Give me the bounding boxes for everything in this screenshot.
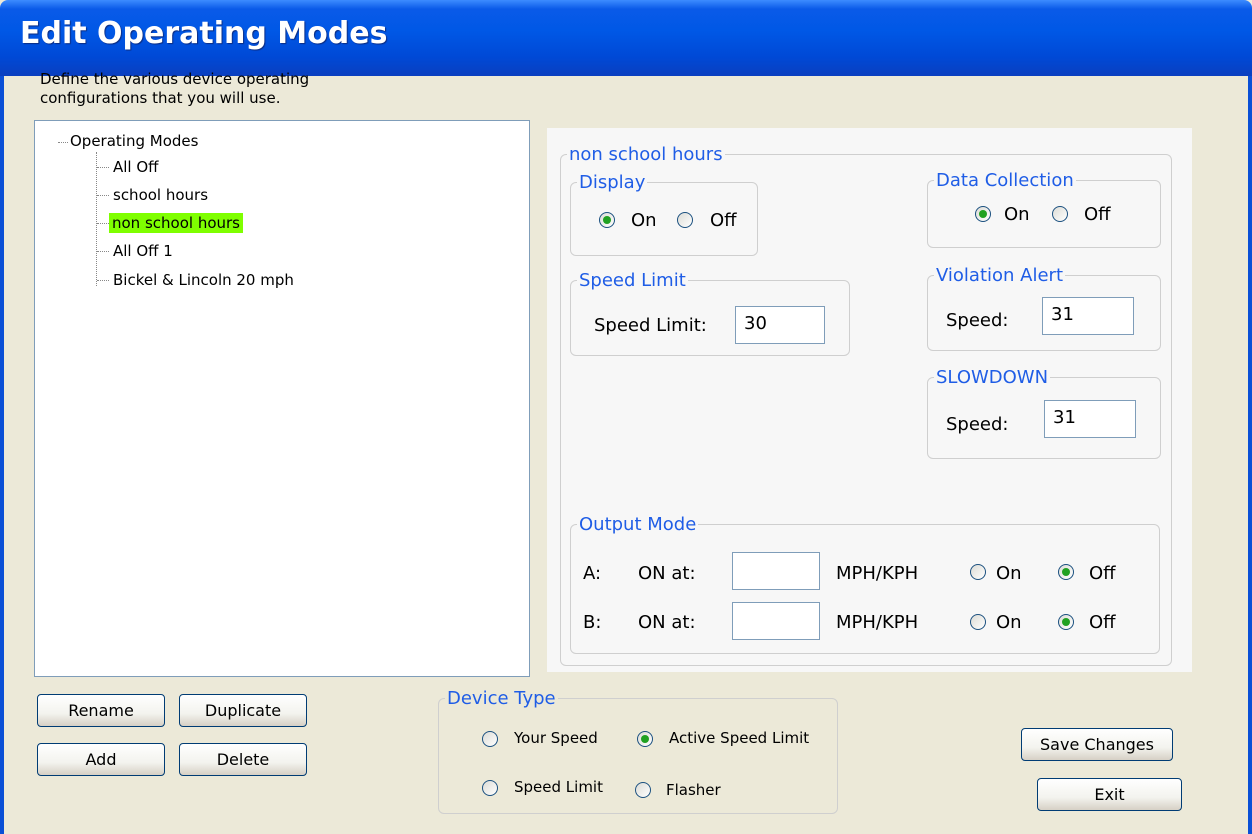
output-b-on-label: On xyxy=(996,612,1022,633)
device-active-speed-limit-radio[interactable] xyxy=(637,731,653,747)
violation-speed-input[interactable]: 31 xyxy=(1042,297,1134,335)
output-b-off-radio[interactable] xyxy=(1058,614,1074,630)
tree-item-all-off-1[interactable]: All Off 1 xyxy=(113,242,173,260)
tree-connector xyxy=(97,280,109,281)
tree-connector xyxy=(97,251,109,252)
device-speed-limit-label: Speed Limit xyxy=(514,778,603,796)
device-flasher-radio[interactable] xyxy=(635,782,651,798)
output-b-unit-label: MPH/KPH xyxy=(836,612,919,633)
data-collection-on-label: On xyxy=(1004,204,1030,225)
output-b-on-radio[interactable] xyxy=(970,614,986,630)
duplicate-button[interactable]: Duplicate xyxy=(179,694,307,727)
data-collection-legend: Data Collection xyxy=(936,170,1074,191)
output-a-unit-label: MPH/KPH xyxy=(836,563,919,584)
save-changes-button[interactable]: Save Changes xyxy=(1021,728,1173,761)
device-speed-limit-radio[interactable] xyxy=(482,780,498,796)
data-collection-off-label: Off xyxy=(1084,204,1111,225)
speed-limit-input[interactable]: 30 xyxy=(735,306,825,344)
speed-limit-legend: Speed Limit xyxy=(579,270,686,291)
tree-item-school-hours[interactable]: school hours xyxy=(113,186,208,204)
tree-connector xyxy=(97,223,109,224)
tree-item-all-off[interactable]: All Off xyxy=(113,158,159,176)
tree-item-non-school-hours[interactable]: non school hours xyxy=(109,213,243,233)
output-a-off-label: Off xyxy=(1089,563,1116,584)
output-b-label: B: xyxy=(583,612,602,633)
tree-connector xyxy=(97,167,109,168)
output-b-off-label: Off xyxy=(1089,612,1116,633)
add-button[interactable]: Add xyxy=(37,743,165,776)
output-mode-legend: Output Mode xyxy=(579,514,697,535)
tree-root-operating-modes[interactable]: Operating Modes xyxy=(70,132,198,150)
device-active-speed-limit-label: Active Speed Limit xyxy=(669,729,810,747)
slowdown-legend: SLOWDOWN xyxy=(936,367,1049,388)
output-b-speed-input[interactable] xyxy=(732,602,820,640)
exit-button[interactable]: Exit xyxy=(1037,778,1182,811)
operating-modes-tree[interactable] xyxy=(34,120,530,677)
intro-text: Define the various device operating conf… xyxy=(40,70,309,108)
output-a-speed-input[interactable] xyxy=(732,552,820,590)
data-collection-on-radio[interactable] xyxy=(975,206,991,222)
output-a-off-radio[interactable] xyxy=(1058,564,1074,580)
intro-line-1: Define the various device operating xyxy=(40,70,310,88)
device-type-legend: Device Type xyxy=(447,688,556,709)
device-your-speed-label: Your Speed xyxy=(514,729,598,747)
window-title: Edit Operating Modes xyxy=(20,16,388,51)
data-collection-group: Data Collection xyxy=(927,170,1161,248)
display-on-radio[interactable] xyxy=(599,212,615,228)
speed-limit-label: Speed Limit: xyxy=(594,315,707,336)
slowdown-speed-input[interactable]: 31 xyxy=(1044,400,1136,438)
mode-group-title: non school hours xyxy=(569,144,723,165)
output-a-label: A: xyxy=(583,563,602,584)
violation-alert-legend: Violation Alert xyxy=(936,265,1064,286)
violation-speed-label: Speed: xyxy=(946,310,1009,331)
display-legend: Display xyxy=(579,172,646,193)
display-off-radio[interactable] xyxy=(677,212,693,228)
display-off-label: Off xyxy=(710,210,737,231)
display-on-label: On xyxy=(631,210,657,231)
slowdown-speed-label: Speed: xyxy=(946,414,1009,435)
output-b-on-at-label: ON at: xyxy=(638,612,696,633)
output-mode-group: Output Mode xyxy=(570,514,1160,654)
tree-connector xyxy=(97,195,109,196)
output-a-on-at-label: ON at: xyxy=(638,563,696,584)
output-a-on-label: On xyxy=(996,563,1022,584)
device-flasher-label: Flasher xyxy=(666,781,721,799)
data-collection-off-radio[interactable] xyxy=(1052,206,1068,222)
device-your-speed-radio[interactable] xyxy=(482,731,498,747)
rename-button[interactable]: Rename xyxy=(37,694,165,727)
tree-connector xyxy=(58,142,68,143)
intro-line-2: configurations that you will use. xyxy=(40,89,281,107)
output-a-on-radio[interactable] xyxy=(970,564,986,580)
tree-connector xyxy=(96,152,97,286)
delete-button[interactable]: Delete xyxy=(179,743,307,776)
tree-item-bickel-lincoln[interactable]: Bickel & Lincoln 20 mph xyxy=(113,271,294,289)
